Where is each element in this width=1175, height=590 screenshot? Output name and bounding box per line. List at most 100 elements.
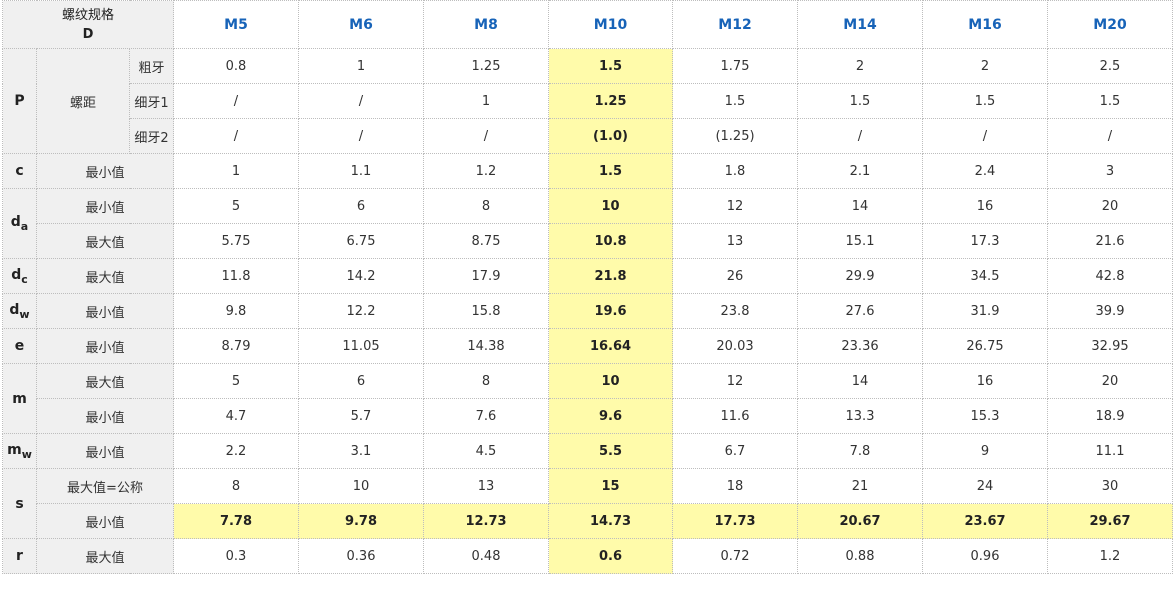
cell: 39.9: [1047, 293, 1173, 329]
cell: 0.8: [173, 48, 299, 84]
cell: 10.8: [548, 223, 673, 259]
cell: 7.6: [423, 398, 549, 434]
cell: 18: [672, 468, 798, 504]
size-header: M14: [797, 0, 923, 49]
cell: 2.1: [797, 153, 923, 189]
table-row: 最大值 5.75 6.75 8.75 10.8 13 15.1 17.3 21.…: [3, 223, 1173, 259]
cell: 17.9: [423, 258, 549, 294]
cell: 16: [922, 363, 1048, 399]
cell: 21.8: [548, 258, 673, 294]
cell: 9.8: [173, 293, 299, 329]
size-header: M6: [298, 0, 424, 49]
symbol-r: r: [2, 538, 37, 574]
table-row: 细牙2 / / / (1.0) (1.25) / / /: [3, 118, 1173, 154]
cell: 5: [173, 363, 299, 399]
max-label: 最大值: [36, 258, 174, 294]
cell: 20.67: [797, 503, 923, 539]
cell: 14.73: [548, 503, 673, 539]
cell: 15.3: [922, 398, 1048, 434]
cell: 1: [298, 48, 424, 84]
cell: 9.78: [298, 503, 424, 539]
min-label: 最小值: [36, 293, 174, 329]
cell: /: [298, 83, 424, 119]
cell: 4.7: [173, 398, 299, 434]
size-header: M20: [1047, 0, 1173, 49]
symbol-mw: mw: [2, 433, 37, 469]
cell: /: [1047, 118, 1173, 154]
cell: 2: [922, 48, 1048, 84]
fine2-label: 细牙2: [129, 118, 174, 154]
symbol-sub: c: [21, 272, 28, 286]
coarse-label: 粗牙: [129, 48, 174, 84]
cell: 0.88: [797, 538, 923, 574]
min-label: 最小值: [36, 328, 174, 364]
size-header: M16: [922, 0, 1048, 49]
table-row: 最小值 4.7 5.7 7.6 9.6 11.6 13.3 15.3 18.9: [3, 398, 1173, 434]
cell: 11.8: [173, 258, 299, 294]
cell: 23.67: [922, 503, 1048, 539]
cell: 26.75: [922, 328, 1048, 364]
cell: 11.6: [672, 398, 798, 434]
cell: 0.6: [548, 538, 673, 574]
cell: 9: [922, 433, 1048, 469]
cell: 7.78: [173, 503, 299, 539]
min-label: 最小值: [36, 188, 174, 224]
cell: 8: [423, 363, 549, 399]
cell: 13.3: [797, 398, 923, 434]
cell: 20.03: [672, 328, 798, 364]
cell: 0.3: [173, 538, 299, 574]
cell: 32.95: [1047, 328, 1173, 364]
cell: 12.2: [298, 293, 424, 329]
cell: 16: [922, 188, 1048, 224]
thread-spec-symbol: D: [82, 26, 94, 42]
cell: 1.1: [298, 153, 424, 189]
table-row: e 最小值 8.79 11.05 14.38 16.64 20.03 23.36…: [2, 328, 1173, 364]
cell: /: [298, 118, 424, 154]
cell: 1.5: [922, 83, 1048, 119]
cell: 3.1: [298, 433, 424, 469]
cell: 1: [423, 83, 549, 119]
cell: 12.73: [423, 503, 549, 539]
cell: 8: [423, 188, 549, 224]
thread-spec-label: 螺纹规格: [61, 7, 114, 23]
table-row: c 最小值 1 1.1 1.2 1.5 1.8 2.1 2.4 3: [2, 153, 1173, 189]
cell: 2: [797, 48, 923, 84]
size-header: M12: [672, 0, 798, 49]
symbol-da: da: [2, 188, 37, 259]
cell: 21: [797, 468, 923, 504]
cell: 8: [173, 468, 299, 504]
cell: 27.6: [797, 293, 923, 329]
cell: 2.2: [173, 433, 299, 469]
cell: 18.9: [1047, 398, 1173, 434]
size-header: M10: [548, 0, 673, 49]
min-label: 最小值: [36, 433, 174, 469]
cell: 15: [548, 468, 673, 504]
cell: 10: [548, 363, 673, 399]
symbol-dw: dw: [2, 293, 37, 329]
cell: 0.48: [423, 538, 549, 574]
table-row: mw 最小值 2.2 3.1 4.5 5.5 6.7 7.8 9 11.1: [2, 433, 1173, 469]
cell: 7.8: [797, 433, 923, 469]
max-label: 最大值: [36, 538, 174, 574]
cell: 5.7: [298, 398, 424, 434]
cell: 34.5: [922, 258, 1048, 294]
cell: 4.5: [423, 433, 549, 469]
cell: 1.5: [797, 83, 923, 119]
cell: 26: [672, 258, 798, 294]
cell: 6.75: [298, 223, 424, 259]
symbol-base: d: [9, 301, 20, 318]
max-label: 最大值: [36, 363, 174, 399]
cell: 1.5: [548, 48, 673, 84]
cell: 1: [173, 153, 299, 189]
symbol-sub: w: [21, 447, 32, 461]
cell: 20: [1047, 363, 1173, 399]
cell: 0.96: [922, 538, 1048, 574]
cell: 23.8: [672, 293, 798, 329]
cell: 14: [797, 188, 923, 224]
cell: 13: [672, 223, 798, 259]
cell: 1.2: [423, 153, 549, 189]
cell: 1.5: [1047, 83, 1173, 119]
pitch-label: 螺距: [36, 48, 130, 154]
cell: /: [173, 118, 299, 154]
cell: 12: [672, 363, 798, 399]
